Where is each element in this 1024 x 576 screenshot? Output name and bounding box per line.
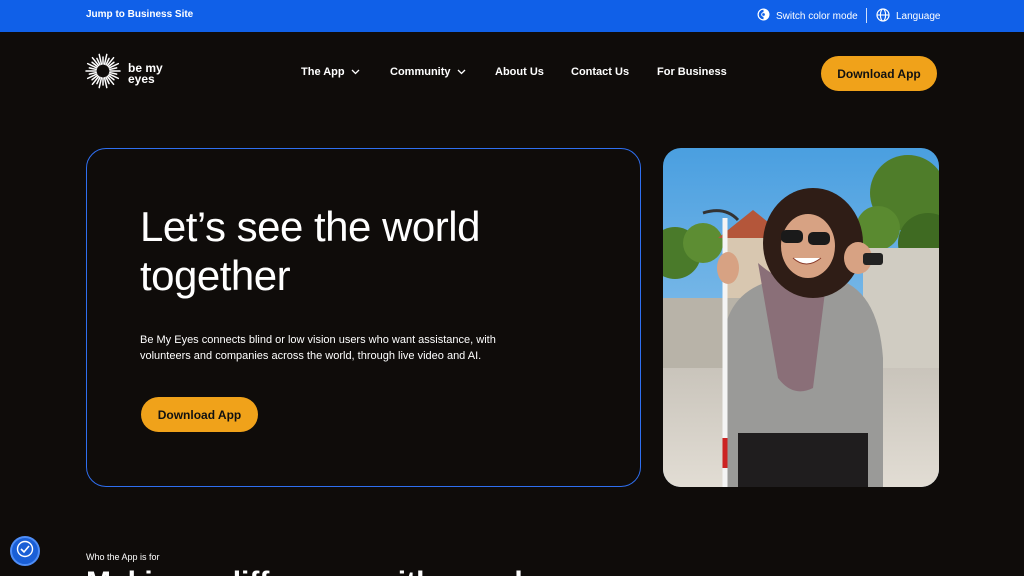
nav-item-contact-us[interactable]: Contact Us: [571, 66, 629, 78]
hero-photo: [663, 148, 939, 487]
nav-item-for-business[interactable]: For Business: [657, 66, 727, 78]
color-mode-icon: [757, 8, 770, 24]
section-heading: Making a difference with people: [86, 566, 539, 576]
hero-download-app-button[interactable]: Download App: [141, 397, 258, 432]
language-button[interactable]: Language: [876, 8, 941, 25]
jump-to-business-link[interactable]: Jump to Business Site: [86, 9, 193, 20]
hero-description: Be My Eyes connects blind or low vision …: [140, 334, 496, 362]
switch-color-mode-label: Switch color mode: [776, 10, 858, 22]
globe-icon: [876, 8, 890, 25]
chevron-down-icon: [457, 66, 466, 78]
language-label: Language: [896, 11, 941, 22]
utility-bar: Jump to Business Site Switch color mode …: [0, 0, 1024, 32]
nav-item-about-us[interactable]: About Us: [495, 66, 544, 78]
switch-color-mode-button[interactable]: Switch color mode: [757, 8, 858, 24]
be-my-eyes-logo[interactable]: be my eyes: [85, 53, 163, 94]
sunburst-logo-icon: [85, 53, 121, 94]
section-kicker: Who the App is for: [86, 552, 160, 562]
logo-wordmark: be my eyes: [128, 60, 163, 86]
hero-card: [86, 148, 641, 487]
nav-item-the-app[interactable]: The App: [301, 66, 360, 78]
header-download-app-button[interactable]: Download App: [821, 56, 937, 91]
accessibility-check-icon: [16, 540, 34, 563]
accessibility-button[interactable]: [10, 536, 40, 566]
topbar-divider: [866, 8, 867, 23]
nav-item-community[interactable]: Community: [390, 66, 466, 78]
chevron-down-icon: [351, 66, 360, 78]
hero-title: Let’s see the world together: [140, 203, 480, 299]
